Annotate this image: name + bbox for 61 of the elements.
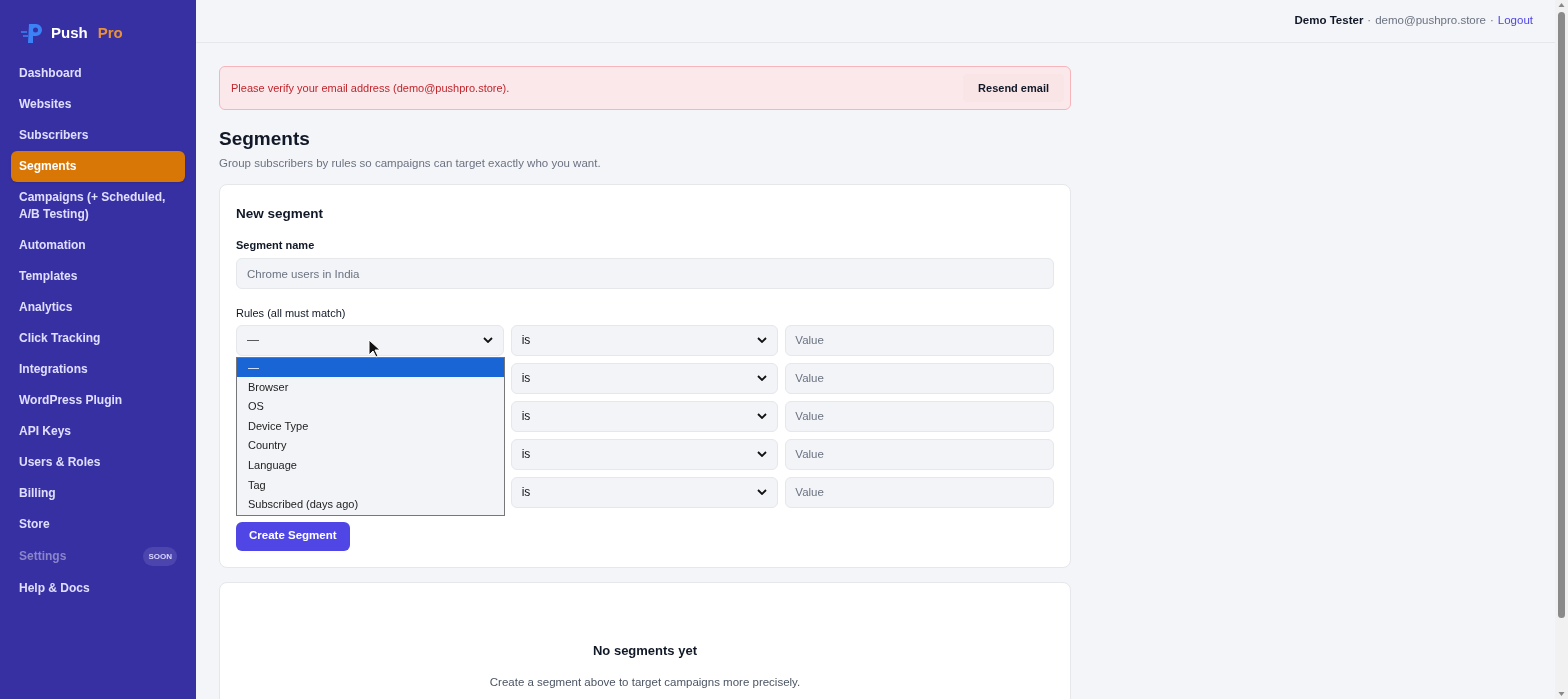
sidebar-item[interactable]: Dashboard [11, 58, 185, 89]
chevron-down-icon [757, 451, 768, 457]
logo-icon [21, 22, 45, 44]
user-email: demo@pushpro.store [1375, 13, 1486, 29]
chevron-down-icon [757, 375, 768, 381]
dropdown-option[interactable]: Device Type [237, 416, 504, 436]
empty-title: No segments yet [592, 641, 697, 660]
empty-text: Create a segment above to target campaigns more precisely. [489, 675, 801, 690]
separator: · [1367, 13, 1372, 29]
dropdown-option[interactable]: Browser [237, 377, 504, 397]
sidebar-item[interactable]: WordPress Plugin [11, 385, 185, 416]
segment-name-field[interactable]: Chrome users in India [236, 258, 1054, 289]
chevron-down-icon [757, 413, 768, 419]
value-field[interactable]: Value [785, 324, 1054, 356]
sidebar-item[interactable]: Users & Roles [11, 447, 185, 478]
dropdown-option[interactable]: Language [237, 455, 504, 476]
user-name: Demo Tester [1294, 13, 1364, 29]
sidebar-item[interactable]: Subscribers [11, 120, 185, 151]
sidebar-item[interactable]: Integrations [11, 354, 185, 385]
dropdown-option[interactable]: OS [237, 396, 504, 417]
value-field[interactable]: Value [785, 476, 1054, 508]
chevron-down-icon [757, 489, 768, 495]
sidebar-item[interactable]: Campaigns (+ Scheduled, A/B Testing) [11, 182, 185, 230]
value-field[interactable]: Value [785, 362, 1054, 394]
field-select[interactable]: — [236, 324, 504, 356]
sidebar-item[interactable]: Billing [11, 478, 185, 509]
operator-select[interactable]: is [510, 438, 779, 470]
sidebar-item[interactable]: Templates [11, 261, 185, 292]
page-subtitle: Group subscribers by rules so campaigns can target exactly who you want. [219, 156, 602, 171]
value-field[interactable]: Value [785, 400, 1054, 432]
brand-suffix: Pro [97, 22, 123, 43]
field-label: Rules (all must match) [236, 306, 347, 321]
value-field[interactable]: Value [785, 438, 1054, 470]
sidebar-item[interactable]: Websites [11, 89, 185, 120]
sidebar-item: Settings SOON [11, 540, 185, 573]
sidebar-item[interactable]: Analytics [11, 292, 185, 323]
sidebar-item[interactable]: API Keys [11, 416, 185, 447]
create-segment-button[interactable]: Create Segment [236, 521, 350, 551]
sidebar-item[interactable]: Store [11, 509, 185, 540]
sidebar-item[interactable]: Automation [11, 230, 185, 261]
operator-select[interactable]: is [510, 324, 779, 356]
dropdown-option[interactable]: — [237, 357, 504, 378]
chevron-down-icon [757, 337, 768, 343]
operator-select[interactable]: is [510, 362, 779, 394]
sidebar-item[interactable]: Click Tracking [11, 323, 185, 354]
operator-select[interactable]: is [510, 400, 779, 432]
logout-link[interactable]: Logout [1497, 12, 1533, 30]
page-title: Segments [219, 127, 311, 151]
sidebar-item[interactable]: Help & Docs [11, 573, 185, 604]
field-label: Segment name [236, 237, 316, 253]
brand-name: Push [51, 22, 88, 43]
operator-select[interactable]: is [510, 476, 779, 508]
banner-message: Please verify your email address (demo@pushpro.store). [231, 80, 510, 96]
resend-email-button[interactable]: Resend email [963, 73, 1064, 103]
chevron-down-icon [482, 337, 493, 343]
dropdown-option[interactable]: Subscribed (days ago) [237, 494, 504, 515]
dropdown-option[interactable]: Tag [237, 475, 504, 495]
card-title: New segment [236, 205, 325, 224]
soon-badge: SOON [143, 547, 177, 566]
dropdown-option[interactable]: Country [237, 435, 504, 456]
separator: · [1489, 13, 1494, 29]
